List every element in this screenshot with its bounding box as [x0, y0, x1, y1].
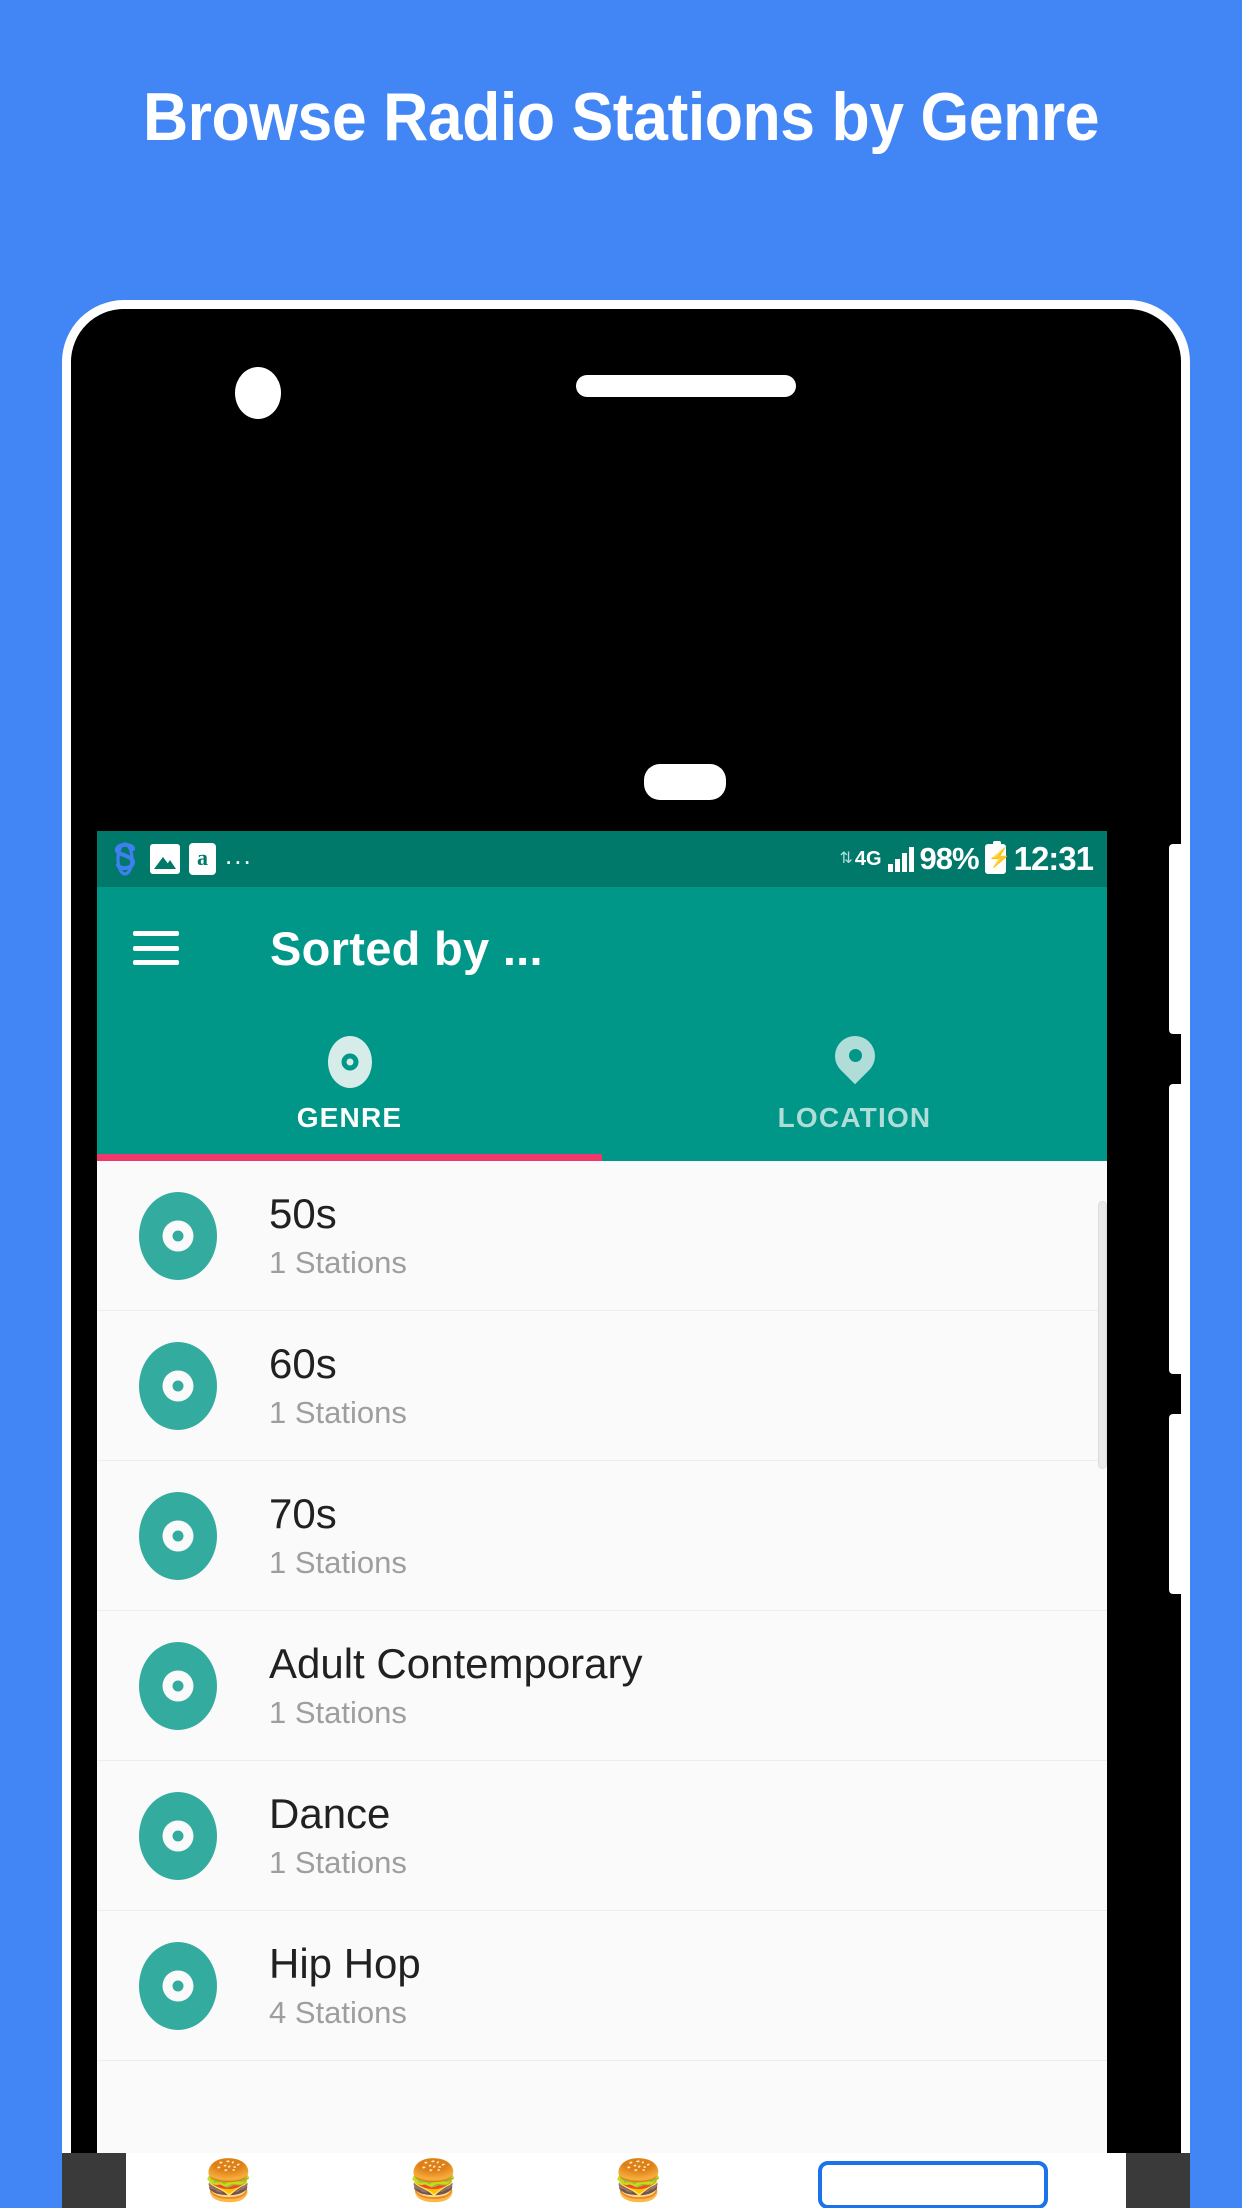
tab-genre[interactable]: GENRE — [97, 1009, 602, 1161]
list-item-subtitle: 1 Stations — [269, 1544, 407, 1580]
page-title: Browse Radio Stations by Genre — [142, 79, 1100, 155]
keyboard-strip: 🍔 🍔 🍔 — [62, 2153, 1190, 2208]
earpiece-speaker — [576, 375, 796, 397]
list-item-subtitle: 1 Stations — [269, 1694, 407, 1730]
more-notifications-icon: ... — [225, 840, 253, 870]
disc-icon — [139, 1941, 217, 2030]
keyboard-left-edge — [62, 2153, 126, 2208]
side-button-volume-up[interactable] — [1169, 844, 1181, 1034]
disc-icon — [139, 1341, 217, 1430]
list-item-title: 70s — [269, 1490, 337, 1538]
text-input-field[interactable] — [818, 2161, 1049, 2208]
front-camera-icon — [235, 367, 281, 419]
emoji-icon[interactable]: 🍔 — [409, 2161, 459, 2201]
battery-charging-icon: ⚡ — [984, 841, 1011, 874]
side-button-power[interactable] — [1169, 1414, 1181, 1594]
disc-icon — [139, 1641, 217, 1730]
phone-device-frame: a ... ⇅ 4G 98% ⚡ 12:31 Sorted by ... GEN… — [62, 300, 1190, 2208]
list-item[interactable]: 50s 1 Stations — [97, 1161, 1107, 1311]
promo-screenshot: Browse Radio Stations by Genre a ... ⇅ 4… — [0, 0, 1242, 2208]
tab-location[interactable]: LOCATION — [602, 1009, 1107, 1161]
network-type-indicator: ⇅ 4G — [839, 848, 882, 870]
signal-bars-icon — [887, 846, 914, 872]
tab-bar: GENRE LOCATION — [97, 1009, 1107, 1161]
list-item-title: 50s — [269, 1190, 337, 1238]
emoji-row[interactable]: 🍔 🍔 🍔 — [126, 2153, 1126, 2208]
tab-location-label: LOCATION — [777, 1102, 932, 1133]
data-transfer-icon: ⇅ — [839, 850, 853, 867]
side-button-volume-down[interactable] — [1169, 1084, 1181, 1374]
genre-list[interactable]: 50s 1 Stations 60s 1 Stations 70s 1 Stat… — [97, 1161, 1107, 2104]
home-button[interactable] — [644, 764, 726, 800]
scrollbar-thumb[interactable] — [1098, 1201, 1107, 1469]
tab-active-indicator — [97, 1154, 602, 1161]
amazon-icon: a — [189, 843, 216, 875]
list-item[interactable]: Hip Hop 4 Stations — [97, 1911, 1107, 2061]
app-bar-title: Sorted by ... — [270, 921, 543, 975]
battery-percent-label: 98% — [919, 841, 980, 876]
list-item[interactable]: 60s 1 Stations — [97, 1311, 1107, 1461]
list-item[interactable]: Dance 1 Stations — [97, 1761, 1107, 1911]
disc-icon — [139, 1491, 217, 1580]
list-item[interactable]: Adult Contemporary 1 Stations — [97, 1611, 1107, 1761]
photo-icon — [150, 844, 180, 874]
s-logo-icon — [114, 842, 136, 876]
status-bar-system-icons: ⇅ 4G 98% ⚡ 12:31 — [839, 840, 1094, 878]
clock-label: 12:31 — [1013, 840, 1094, 877]
app-bar: Sorted by ... — [97, 887, 1107, 1009]
list-item-subtitle: 1 Stations — [269, 1844, 407, 1880]
disc-icon — [139, 1791, 217, 1880]
status-bar-notifications: a ... — [111, 842, 253, 876]
list-item-subtitle: 1 Stations — [269, 1394, 407, 1430]
keyboard-right-edge — [1126, 2153, 1190, 2208]
tab-genre-label: GENRE — [296, 1102, 403, 1133]
phone-screen: a ... ⇅ 4G 98% ⚡ 12:31 Sorted by ... GEN… — [97, 831, 1107, 2208]
list-item-title: 60s — [269, 1340, 337, 1388]
emoji-icon[interactable]: 🍔 — [204, 2161, 254, 2201]
hamburger-menu-icon[interactable] — [133, 931, 179, 965]
list-item-subtitle: 1 Stations — [269, 1244, 407, 1280]
list-item-subtitle: 4 Stations — [269, 1994, 407, 2030]
disc-icon — [139, 1191, 217, 1280]
location-pin-icon — [826, 1027, 883, 1088]
phone-bezel: a ... ⇅ 4G 98% ⚡ 12:31 Sorted by ... GEN… — [71, 309, 1181, 2208]
list-item[interactable]: 70s 1 Stations — [97, 1461, 1107, 1611]
status-bar: a ... ⇅ 4G 98% ⚡ 12:31 — [97, 831, 1107, 887]
disc-icon — [327, 1036, 372, 1088]
list-item-title: Hip Hop — [269, 1940, 421, 1988]
emoji-icon[interactable]: 🍔 — [613, 2161, 663, 2201]
list-item-title: Dance — [269, 1790, 391, 1838]
list-item-title: Adult Contemporary — [269, 1640, 643, 1688]
